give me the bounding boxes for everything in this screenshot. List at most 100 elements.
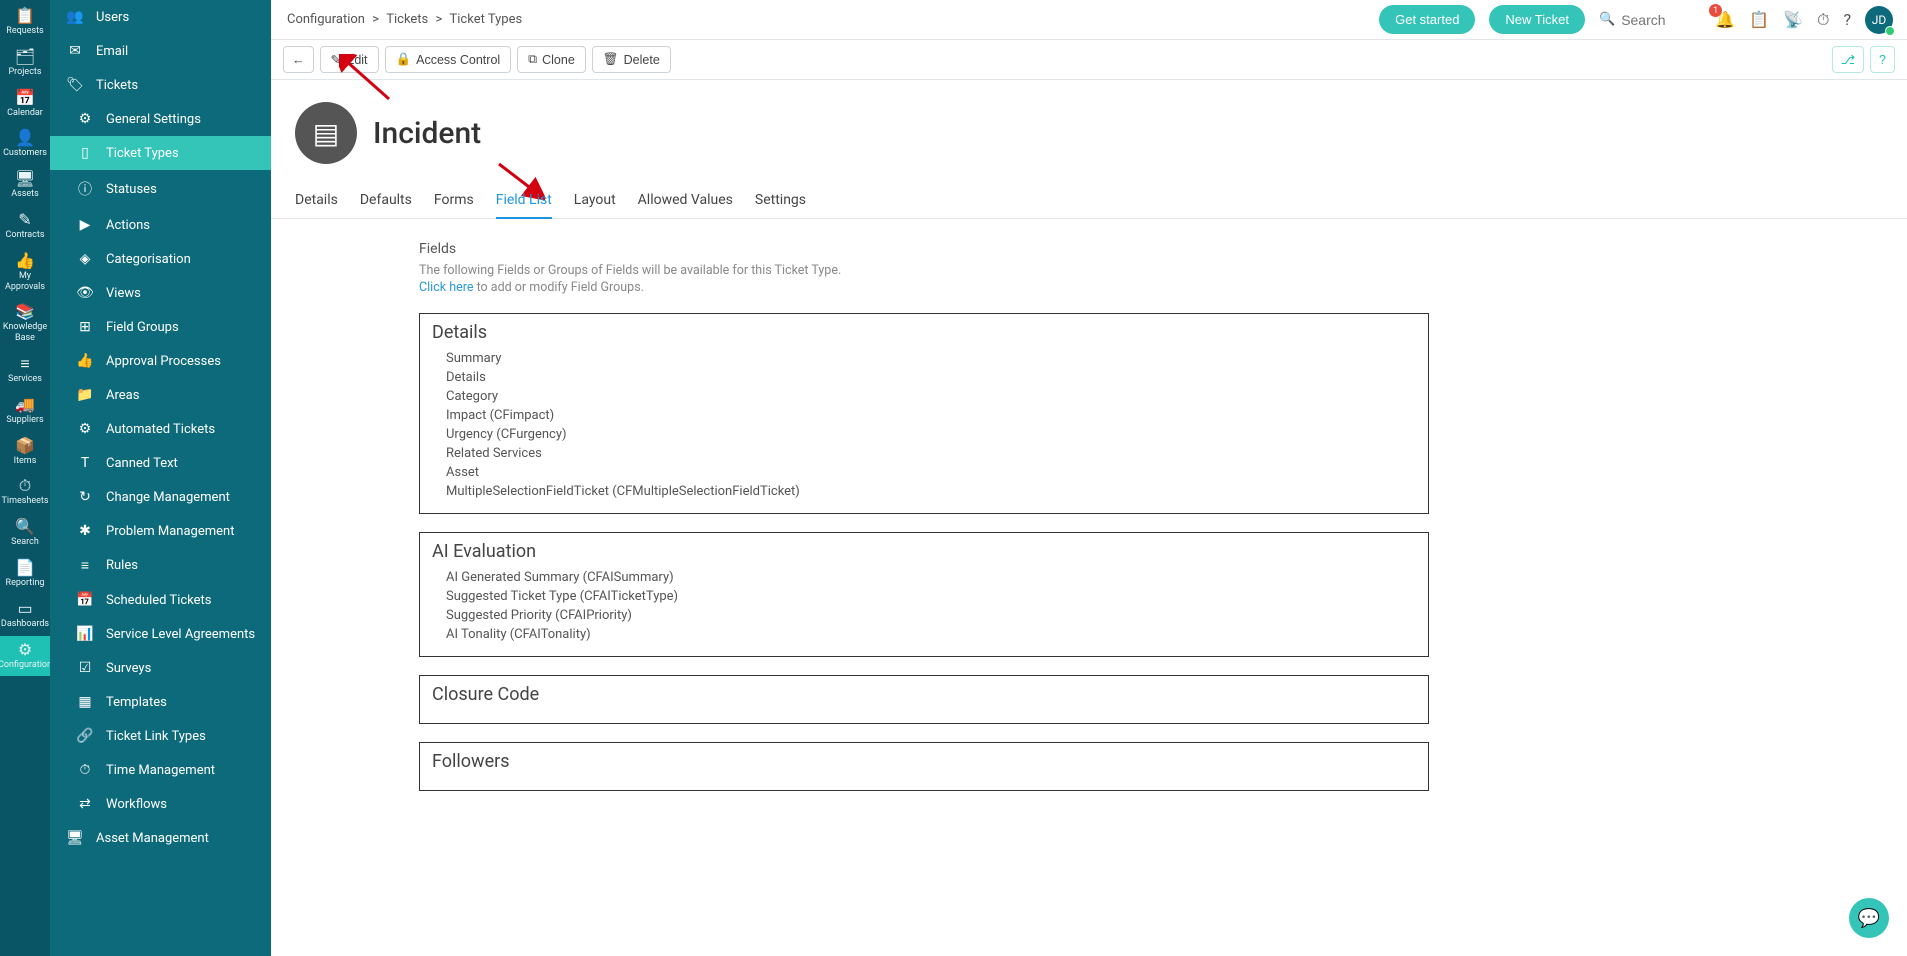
field-group-details: DetailsSummaryDetailsCategoryImpact (CFi…	[419, 313, 1429, 514]
tab-field-list[interactable]: Field List	[496, 182, 552, 218]
nav-services[interactable]: ≡Services	[0, 350, 50, 391]
field-group-ai-evaluation: AI Evaluation AI Generated Summary (CFAIS…	[419, 532, 1429, 657]
group-title: Followers	[432, 751, 1416, 772]
side-surveys-icon: ☑	[76, 660, 94, 676]
rss-icon[interactable]: 📡	[1783, 10, 1803, 29]
nav-projects[interactable]: 🗂Projects	[0, 43, 50, 84]
access-control-button[interactable]: 🔒Access Control	[385, 46, 512, 73]
side-workflows[interactable]: ⇄Workflows	[50, 787, 271, 821]
nav-dashboards-icon: ▭	[17, 601, 32, 617]
breadcrumb-item[interactable]: Ticket Types	[450, 12, 523, 27]
side-asset-mgmt[interactable]: 🖥Asset Management	[50, 821, 271, 855]
nav-search[interactable]: 🔍Search	[0, 513, 50, 554]
search-input[interactable]	[1621, 12, 1701, 28]
nav-requests-icon: 📋	[15, 8, 35, 24]
nav-approvals[interactable]: 👍My Approvals	[0, 247, 50, 299]
tab-forms[interactable]: Forms	[434, 182, 474, 218]
nav-approvals-icon: 👍	[15, 253, 35, 269]
group-field: Urgency (CFurgency)	[432, 425, 1416, 444]
notifications-icon[interactable]: 1🔔	[1715, 10, 1735, 29]
nav-suppliers[interactable]: 🚚Suppliers	[0, 391, 50, 432]
nav-assets-icon: 🖥	[15, 171, 35, 187]
side-email[interactable]: ✉Email	[50, 34, 271, 68]
side-change[interactable]: ↻Change Management	[50, 480, 271, 514]
side-rules[interactable]: ≡Rules	[50, 548, 271, 583]
nav-items-icon: 📦	[15, 438, 35, 454]
side-time-icon: ⏱	[76, 762, 94, 778]
group-field: Suggested Priority (CFAIPriority)	[432, 606, 1416, 625]
back-button[interactable]: ←	[283, 46, 314, 73]
side-approval[interactable]: 👍Approval Processes	[50, 344, 271, 378]
tab-settings[interactable]: Settings	[755, 182, 806, 218]
new-ticket-button[interactable]: New Ticket	[1489, 5, 1585, 34]
copy-icon: ⧉	[528, 52, 537, 67]
page-title: Incident	[373, 116, 481, 151]
group-field: AI Generated Summary (CFAISummary)	[432, 568, 1416, 587]
field-group-followers: Followers	[419, 742, 1429, 791]
breadcrumb-item[interactable]: Tickets	[386, 12, 428, 27]
group-title: AI Evaluation	[432, 541, 1416, 562]
side-automated[interactable]: ⚙Automated Tickets	[50, 412, 271, 446]
side-problem[interactable]: ✱Problem Management	[50, 514, 271, 548]
group-title: Closure Code	[432, 684, 1416, 705]
nav-timesheets[interactable]: ⏱Timesheets	[0, 472, 50, 513]
get-started-button[interactable]: Get started	[1379, 5, 1475, 34]
side-users-icon: 👥	[66, 9, 84, 25]
side-areas[interactable]: 📁Areas	[50, 378, 271, 412]
tab-layout[interactable]: Layout	[574, 182, 616, 218]
branch-icon-button[interactable]: ⎇	[1832, 46, 1864, 73]
side-scheduled[interactable]: 📅Scheduled Tickets	[50, 583, 271, 617]
edit-button[interactable]: ✎Edit	[320, 46, 379, 73]
nav-assets[interactable]: 🖥Assets	[0, 165, 50, 206]
side-ticket-types[interactable]: ▯Ticket Types	[50, 136, 271, 170]
side-email-icon: ✉	[66, 43, 84, 59]
clock-icon[interactable]: ⏱	[1817, 10, 1829, 30]
nav-reporting[interactable]: 📄Reporting	[0, 554, 50, 595]
incident-icon: ▤	[295, 102, 357, 164]
side-asset-mgmt-icon: 🖥	[66, 830, 84, 846]
global-search[interactable]: 🔍	[1599, 12, 1701, 28]
side-templates[interactable]: ▦Templates	[50, 685, 271, 719]
context-help-button[interactable]: ?	[1870, 46, 1895, 73]
side-automated-icon: ⚙	[76, 421, 94, 437]
nav-dashboards[interactable]: ▭Dashboards	[0, 595, 50, 636]
side-time[interactable]: ⏱Time Management	[50, 753, 271, 787]
nav-contracts[interactable]: ✎Contracts	[0, 206, 50, 247]
side-views[interactable]: 👁Views	[50, 276, 271, 310]
clone-button[interactable]: ⧉Clone	[517, 46, 586, 73]
delete-button[interactable]: 🗑Delete	[592, 46, 671, 73]
group-field: Related Services	[432, 444, 1416, 463]
nav-customers[interactable]: 👤Customers	[0, 124, 50, 165]
side-tickets[interactable]: 🏷Tickets	[50, 68, 271, 102]
side-field-groups[interactable]: ⊞Field Groups	[50, 310, 271, 344]
side-link-types-icon: 🔗	[76, 728, 94, 744]
tab-allowed-values[interactable]: Allowed Values	[638, 182, 733, 218]
side-link-types[interactable]: 🔗Ticket Link Types	[50, 719, 271, 753]
chat-widget[interactable]: 💬	[1849, 898, 1889, 938]
nav-items[interactable]: 📦Items	[0, 432, 50, 473]
action-toolbar: ← ✎Edit 🔒Access Control ⧉Clone 🗑Delete ⎇…	[271, 40, 1907, 80]
main: Configuration > Tickets > Ticket Types G…	[271, 0, 1907, 956]
nav-requests[interactable]: 📋Requests	[0, 2, 50, 43]
side-general[interactable]: ⚙General Settings	[50, 102, 271, 136]
tab-defaults[interactable]: Defaults	[360, 182, 412, 218]
breadcrumb-item[interactable]: Configuration	[287, 12, 365, 27]
clipboard-icon[interactable]: 📋	[1749, 10, 1769, 29]
nav-calendar-icon: 📅	[15, 90, 35, 106]
side-statuses[interactable]: ⓘStatuses	[50, 170, 271, 208]
side-surveys[interactable]: ☑Surveys	[50, 651, 271, 685]
side-canned[interactable]: TCanned Text	[50, 446, 271, 480]
group-field: Details	[432, 368, 1416, 387]
nav-kb[interactable]: 📚Knowledge Base	[0, 298, 50, 350]
side-categorisation[interactable]: ◈Categorisation	[50, 242, 271, 276]
tab-details[interactable]: Details	[295, 182, 338, 218]
side-actions[interactable]: ▶Actions	[50, 208, 271, 242]
user-avatar[interactable]: JD	[1865, 6, 1893, 34]
side-sla[interactable]: 📊Service Level Agreements	[50, 617, 271, 651]
nav-configuration[interactable]: ⚙Configuration	[0, 636, 50, 677]
help-icon[interactable]: ?	[1843, 10, 1851, 29]
side-users[interactable]: 👥Users	[50, 0, 271, 34]
nav-configuration-icon: ⚙	[18, 642, 32, 658]
nav-calendar[interactable]: 📅Calendar	[0, 84, 50, 125]
click-here-link[interactable]: Click here	[419, 280, 473, 295]
